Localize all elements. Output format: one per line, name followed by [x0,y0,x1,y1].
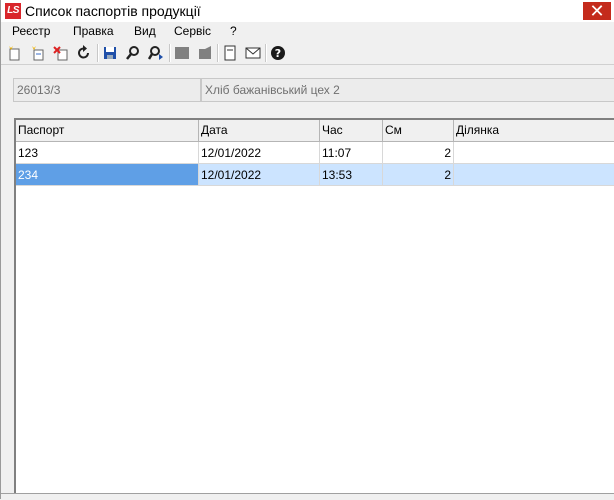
svg-text:?: ? [275,47,281,60]
product-name-field: Хліб бажанівський цех 2 [201,78,614,102]
close-button[interactable]: ✕ [583,2,611,20]
column-header-time[interactable]: Час [320,120,383,141]
form-icon[interactable] [221,44,239,62]
copy-doc-icon[interactable] [29,44,47,62]
menu-registry[interactable]: Реєстр [12,24,50,39]
cell-time: 11:07 [320,142,383,164]
find-next-icon[interactable] [147,44,165,62]
app-window: LS Список паспортів продукції ✕ Реєстр П… [0,0,614,500]
cell-date: 12/01/2022 [199,164,320,186]
table-header: Паспорт Дата Час См Ділянка [16,120,614,142]
menu-service[interactable]: Сервіс [174,24,211,39]
cell-time: 13:53 [320,164,383,186]
help-icon[interactable]: ? [269,44,287,62]
table-row[interactable]: 123 12/01/2022 11:07 2 [16,142,614,164]
toolbar-separator [97,44,99,62]
table-row-selected[interactable]: 234 12/01/2022 13:53 2 [16,164,614,186]
product-code-field: 26013/3 [13,78,201,102]
window-title: Список паспортів продукції [25,3,201,19]
column-header-date[interactable]: Дата [199,120,320,141]
column-header-passport[interactable]: Паспорт [16,120,199,141]
cell-shift: 2 [383,142,454,164]
passports-table: Паспорт Дата Час См Ділянка 123 12/01/20… [14,118,614,494]
refresh-icon[interactable] [75,44,93,62]
menu-edit[interactable]: Правка [73,24,114,39]
menu-help[interactable]: ? [230,24,237,39]
cell-passport: 234 [16,164,199,186]
gray-square-icon[interactable] [173,44,191,62]
column-header-shift[interactable]: См [383,120,454,141]
app-logo: LS [5,3,21,19]
save-icon[interactable] [101,44,119,62]
cell-area [454,164,614,186]
search-icon[interactable] [124,44,142,62]
title-bar: LS Список паспортів продукції ✕ [1,0,614,23]
delete-doc-icon[interactable] [52,44,70,62]
cell-date: 12/01/2022 [199,142,320,164]
gray-edit-icon[interactable] [196,44,214,62]
menu-bar: Реєстр Правка Вид Сервіс ? [1,22,614,41]
cell-area [454,142,614,164]
new-doc-icon[interactable] [6,44,24,62]
toolbar-separator [265,44,267,62]
toolbar-separator [217,44,219,62]
column-header-area[interactable]: Ділянка [454,120,614,141]
toolbar: ? [1,41,614,65]
mail-icon[interactable] [244,44,262,62]
menu-view[interactable]: Вид [134,24,156,39]
cell-passport: 123 [16,142,199,164]
toolbar-separator [169,44,171,62]
cell-shift: 2 [383,164,454,186]
